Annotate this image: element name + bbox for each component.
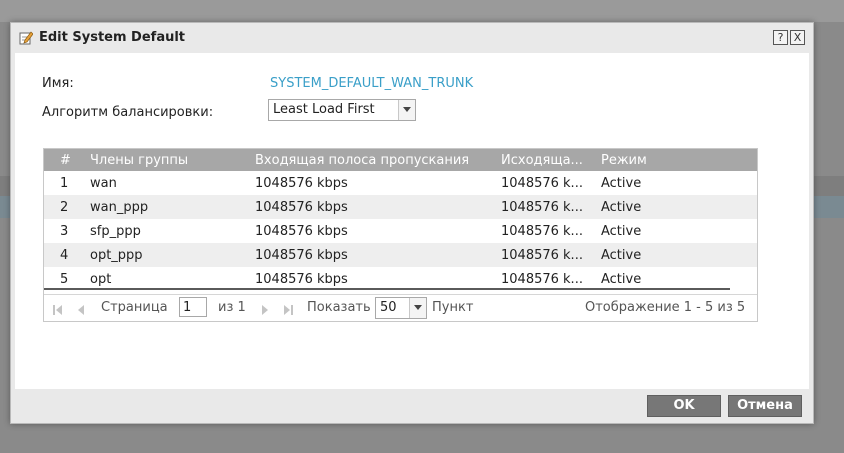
row-index: 3 xyxy=(60,224,69,239)
table-row[interactable]: 3 sfp_ppp 1048576 kbps 1048576 k... Acti… xyxy=(44,219,757,243)
row-member: sfp_ppp xyxy=(90,224,141,239)
algorithm-select[interactable]: Least Load First xyxy=(268,99,416,121)
members-table: # Члены группы Входящая полоса пропускан… xyxy=(43,148,758,322)
page-count-label: из 1 xyxy=(218,300,246,315)
row-egress: 1048576 k... xyxy=(501,224,583,239)
pagination-summary: Отображение 1 - 5 из 5 xyxy=(585,300,746,315)
row-member: wan xyxy=(90,176,117,191)
table-row[interactable]: 1 wan 1048576 kbps 1048576 k... Active xyxy=(44,171,757,195)
last-page-icon[interactable] xyxy=(282,301,294,320)
dialog-titlebar[interactable]: Edit System Default ? X xyxy=(11,23,813,53)
row-ingress: 1048576 kbps xyxy=(255,248,348,263)
row-member: opt_ppp xyxy=(90,248,143,263)
previous-page-icon[interactable] xyxy=(76,301,86,320)
next-page-icon[interactable] xyxy=(260,301,270,320)
row-index: 5 xyxy=(60,272,69,287)
show-label: Показать xyxy=(307,300,371,315)
background-app-header xyxy=(0,0,844,22)
row-member: wan_ppp xyxy=(90,200,149,215)
cancel-button[interactable]: Отмена xyxy=(728,395,802,417)
edit-icon xyxy=(19,30,34,45)
help-button[interactable]: ? xyxy=(773,30,788,45)
dialog-content: Имя: SYSTEM_DEFAULT_WAN_TRUNK Алгоритм б… xyxy=(15,53,809,389)
row-mode: Active xyxy=(601,176,642,191)
row-ingress: 1048576 kbps xyxy=(255,200,348,215)
page-size-value: 50 xyxy=(380,300,397,315)
column-header-ingress[interactable]: Входящая полоса пропускания xyxy=(255,153,469,168)
row-index: 1 xyxy=(60,176,69,191)
algorithm-select-value: Least Load First xyxy=(273,102,375,117)
page-number-input[interactable] xyxy=(179,297,207,317)
row-index: 2 xyxy=(60,200,69,215)
row-mode: Active xyxy=(601,200,642,215)
name-value: SYSTEM_DEFAULT_WAN_TRUNK xyxy=(270,76,474,91)
dialog-title: Edit System Default xyxy=(39,30,186,45)
chevron-down-icon[interactable] xyxy=(398,100,415,120)
row-ingress: 1048576 kbps xyxy=(255,224,348,239)
table-horizontal-scrollbar[interactable] xyxy=(44,288,730,290)
chevron-down-icon[interactable] xyxy=(409,298,426,318)
table-row[interactable]: 4 opt_ppp 1048576 kbps 1048576 k... Acti… xyxy=(44,243,757,267)
pagination-bar: Страница из 1 Показать 50 Пункт Отобра xyxy=(44,294,757,321)
edit-system-default-dialog: Edit System Default ? X Имя: SYSTEM_DEFA… xyxy=(10,22,814,424)
page-size-select[interactable]: 50 xyxy=(375,297,427,319)
table-header: # Члены группы Входящая полоса пропускан… xyxy=(44,149,757,171)
row-member: opt xyxy=(90,272,112,287)
first-page-icon[interactable] xyxy=(52,301,64,320)
algorithm-label: Алгоритм балансировки: xyxy=(42,105,214,120)
column-header-index[interactable]: # xyxy=(60,153,71,168)
page-label: Страница xyxy=(101,300,168,315)
column-header-egress[interactable]: Исходяща... xyxy=(501,153,583,168)
table-row[interactable]: 2 wan_ppp 1048576 kbps 1048576 k... Acti… xyxy=(44,195,757,219)
row-mode: Active xyxy=(601,248,642,263)
row-mode: Active xyxy=(601,272,642,287)
row-ingress: 1048576 kbps xyxy=(255,176,348,191)
row-egress: 1048576 k... xyxy=(501,176,583,191)
row-egress: 1048576 k... xyxy=(501,248,583,263)
table-row[interactable]: 5 opt 1048576 kbps 1048576 k... Active xyxy=(44,267,757,288)
row-ingress: 1048576 kbps xyxy=(255,272,348,287)
column-header-members[interactable]: Члены группы xyxy=(90,153,188,168)
row-egress: 1048576 k... xyxy=(501,272,583,287)
row-egress: 1048576 k... xyxy=(501,200,583,215)
close-button[interactable]: X xyxy=(790,30,805,45)
row-mode: Active xyxy=(601,224,642,239)
ok-button[interactable]: OK xyxy=(647,395,721,417)
items-label: Пункт xyxy=(432,300,474,315)
row-index: 4 xyxy=(60,248,69,263)
name-label: Имя: xyxy=(42,76,74,91)
column-header-mode[interactable]: Режим xyxy=(601,153,647,168)
